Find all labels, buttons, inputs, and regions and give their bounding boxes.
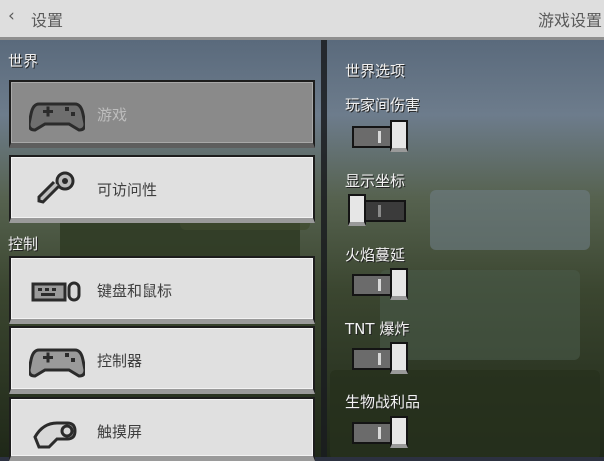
sidebar-item-label: 控制器 [97, 352, 143, 370]
section-label-controls: 控制 [8, 235, 39, 253]
top-bar: ‹ 设置 游戏设置 [0, 0, 604, 40]
key-icon [37, 171, 75, 204]
sidebar-item-label: 触摸屏 [97, 423, 143, 441]
option-label: 火焰蔓延 [345, 246, 406, 264]
toggle-fire-spread[interactable] [348, 266, 410, 300]
toggle-pvp[interactable] [348, 118, 410, 152]
toggle-show-coordinates[interactable] [348, 192, 410, 226]
back-button[interactable]: 设置 [31, 7, 63, 31]
panel-divider [321, 40, 327, 457]
sidebar-item-accessibility[interactable]: 可访问性 [9, 155, 315, 223]
sidebar-item-label: 可访问性 [97, 181, 158, 199]
section-title-world-options: 世界选项 [345, 62, 406, 80]
section-label-world: 世界 [8, 52, 39, 70]
sidebar-item-label: 游戏 [97, 106, 128, 124]
page-title: 游戏设置 [537, 11, 602, 30]
keyboard-mouse-icon [31, 281, 81, 302]
toggle-tnt-explodes[interactable] [348, 340, 410, 374]
controller-icon [29, 348, 85, 378]
option-label: 玩家间伤害 [345, 96, 421, 114]
sidebar-item-touch[interactable]: 触摸屏 [9, 397, 315, 461]
gamepad-icon [29, 102, 85, 132]
chevron-left-icon[interactable]: ‹ [8, 6, 15, 26]
sidebar-item-keyboard-mouse[interactable]: 键盘和鼠标 [9, 256, 315, 324]
option-label: TNT 爆炸 [345, 320, 410, 338]
toggle-mob-loot[interactable] [348, 414, 410, 448]
touch-hand-icon [33, 421, 77, 449]
sidebar-item-game[interactable]: 游戏 [9, 80, 315, 148]
option-label: 生物战利品 [345, 393, 421, 411]
sidebar-item-label: 键盘和鼠标 [97, 282, 173, 300]
option-label: 显示坐标 [345, 172, 406, 190]
sidebar-item-controller[interactable]: 控制器 [9, 326, 315, 394]
